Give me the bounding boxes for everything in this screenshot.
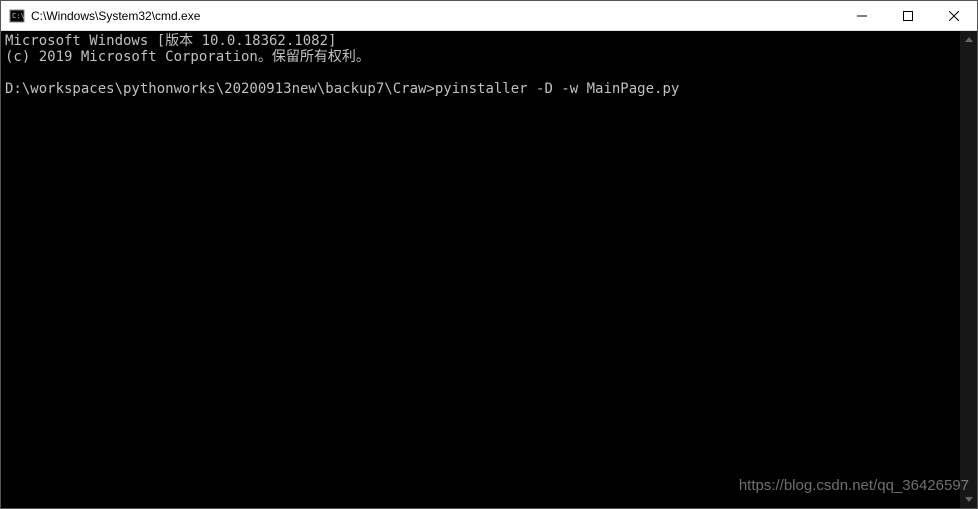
scroll-down-arrow[interactable] xyxy=(960,491,977,508)
maximize-button[interactable] xyxy=(885,1,931,30)
console-output[interactable]: Microsoft Windows [版本 10.0.18362.1082] (… xyxy=(1,31,960,508)
console-area[interactable]: Microsoft Windows [版本 10.0.18362.1082] (… xyxy=(1,31,977,508)
svg-text:C:\: C:\ xyxy=(12,12,25,20)
close-button[interactable] xyxy=(931,1,977,30)
scroll-up-arrow[interactable] xyxy=(960,31,977,48)
copyright-line: (c) 2019 Microsoft Corporation。保留所有权利。 xyxy=(5,49,370,65)
window-controls xyxy=(839,1,977,30)
version-line: Microsoft Windows [版本 10.0.18362.1082] xyxy=(5,33,336,49)
vertical-scrollbar[interactable] xyxy=(960,31,977,508)
cmd-icon: C:\ xyxy=(9,8,25,24)
titlebar[interactable]: C:\ C:\Windows\System32\cmd.exe xyxy=(1,1,977,31)
cmd-window: C:\ C:\Windows\System32\cmd.exe Microsof… xyxy=(0,0,978,509)
typed-command: pyinstaller -D -w MainPage.py xyxy=(435,81,679,97)
window-title: C:\Windows\System32\cmd.exe xyxy=(31,9,839,23)
minimize-button[interactable] xyxy=(839,1,885,30)
prompt-path: D:\workspaces\pythonworks\20200913new\ba… xyxy=(5,81,435,97)
